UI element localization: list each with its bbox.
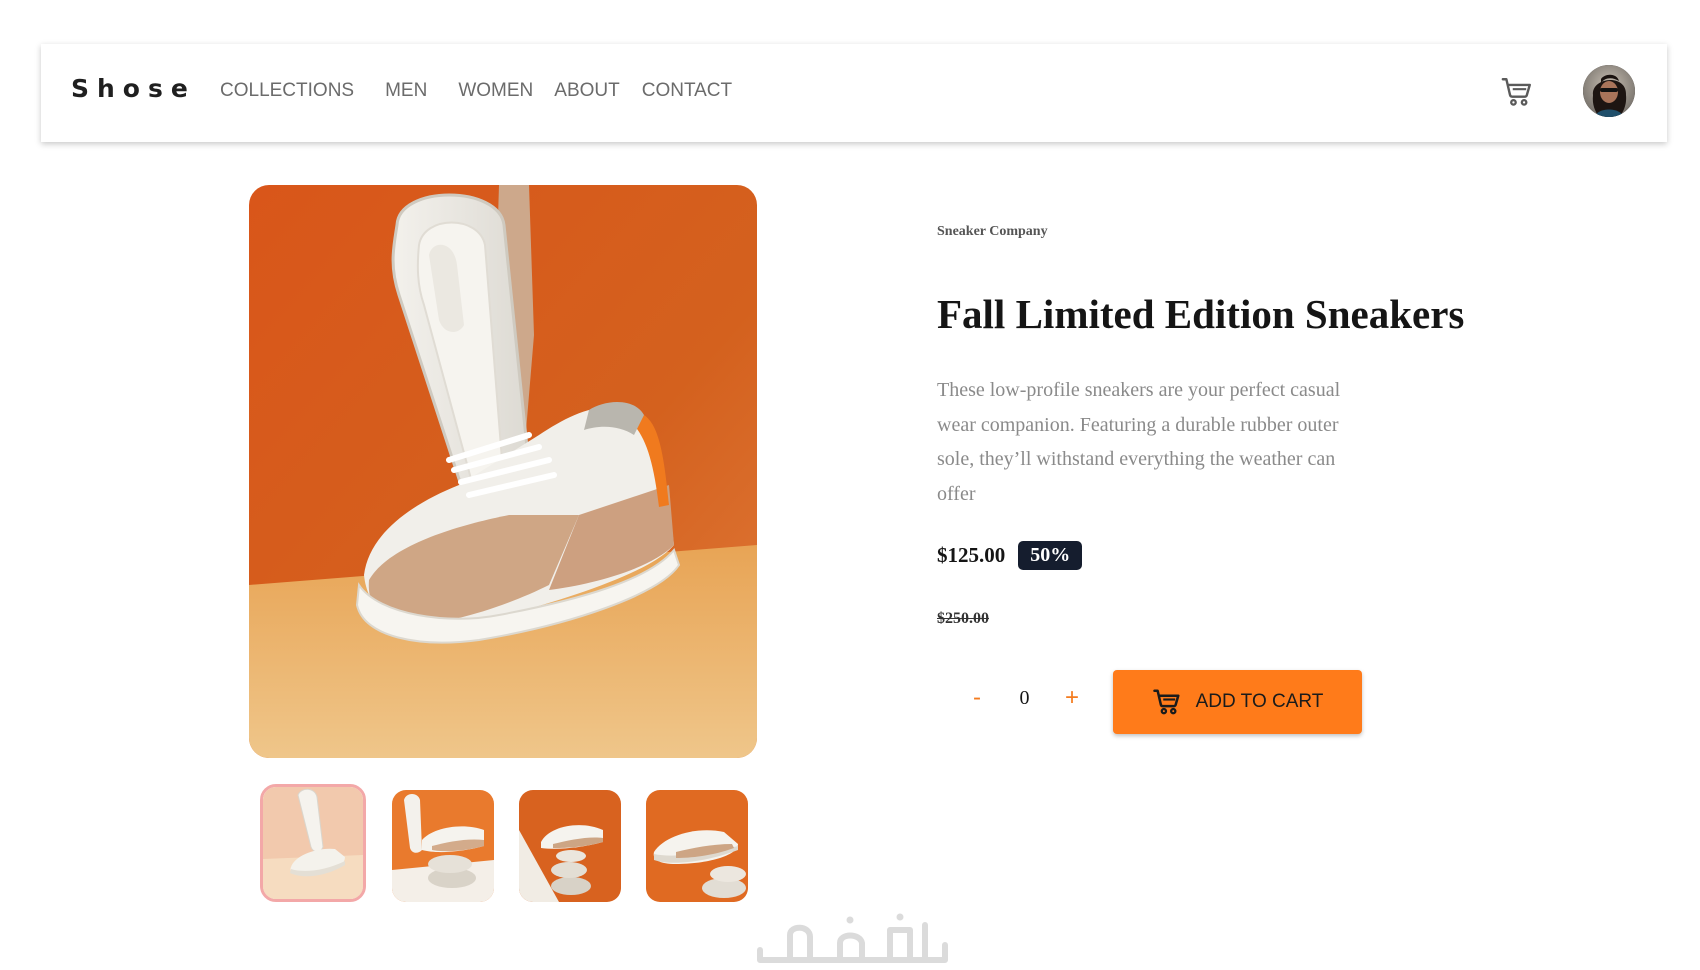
cart-icon[interactable]: [1500, 75, 1534, 109]
main-nav: COLLECTIONS MEN WOMEN ABOUT CONTACT: [220, 80, 732, 102]
top-navbar: Shose COLLECTIONS MEN WOMEN ABOUT CONTAC…: [41, 44, 1667, 142]
nav-link-contact[interactable]: CONTACT: [642, 80, 732, 102]
watermark-logo: [750, 905, 960, 970]
product-title: Fall Limited Edition Sneakers: [937, 291, 1465, 337]
add-to-cart-label: ADD TO CART: [1195, 691, 1324, 712]
original-price: $250.00: [937, 610, 989, 627]
company-name: Sneaker Company: [937, 224, 1048, 239]
quantity-decrease-button[interactable]: -: [962, 684, 992, 712]
thumbnail-1[interactable]: [260, 784, 366, 902]
nav-link-women[interactable]: WOMEN: [458, 80, 533, 102]
nav-link-men[interactable]: MEN: [385, 80, 427, 102]
quantity-increase-button[interactable]: +: [1057, 684, 1087, 712]
product-main-image[interactable]: [249, 185, 757, 758]
nav-link-collections[interactable]: COLLECTIONS: [220, 80, 354, 102]
cart-icon: [1152, 687, 1182, 717]
user-avatar[interactable]: [1583, 65, 1635, 117]
current-price: $125.00: [937, 543, 1006, 567]
thumbnail-3[interactable]: [519, 790, 621, 902]
brand-logo[interactable]: Shose: [71, 74, 196, 103]
thumbnail-2[interactable]: [392, 790, 494, 902]
product-description: These low-profile sneakers are your perf…: [937, 379, 1341, 505]
quantity-stepper: - 0 +: [962, 680, 1087, 716]
add-to-cart-button[interactable]: ADD TO CART: [1113, 670, 1362, 734]
thumbnail-4[interactable]: [646, 790, 748, 902]
quantity-value: 0: [1019, 686, 1030, 709]
discount-badge: 50%: [1018, 541, 1083, 570]
nav-link-about[interactable]: ABOUT: [554, 80, 619, 102]
product-page: Shose COLLECTIONS MEN WOMEN ABOUT CONTAC…: [0, 0, 1700, 970]
price-row: $125.00 50%: [937, 541, 1083, 570]
